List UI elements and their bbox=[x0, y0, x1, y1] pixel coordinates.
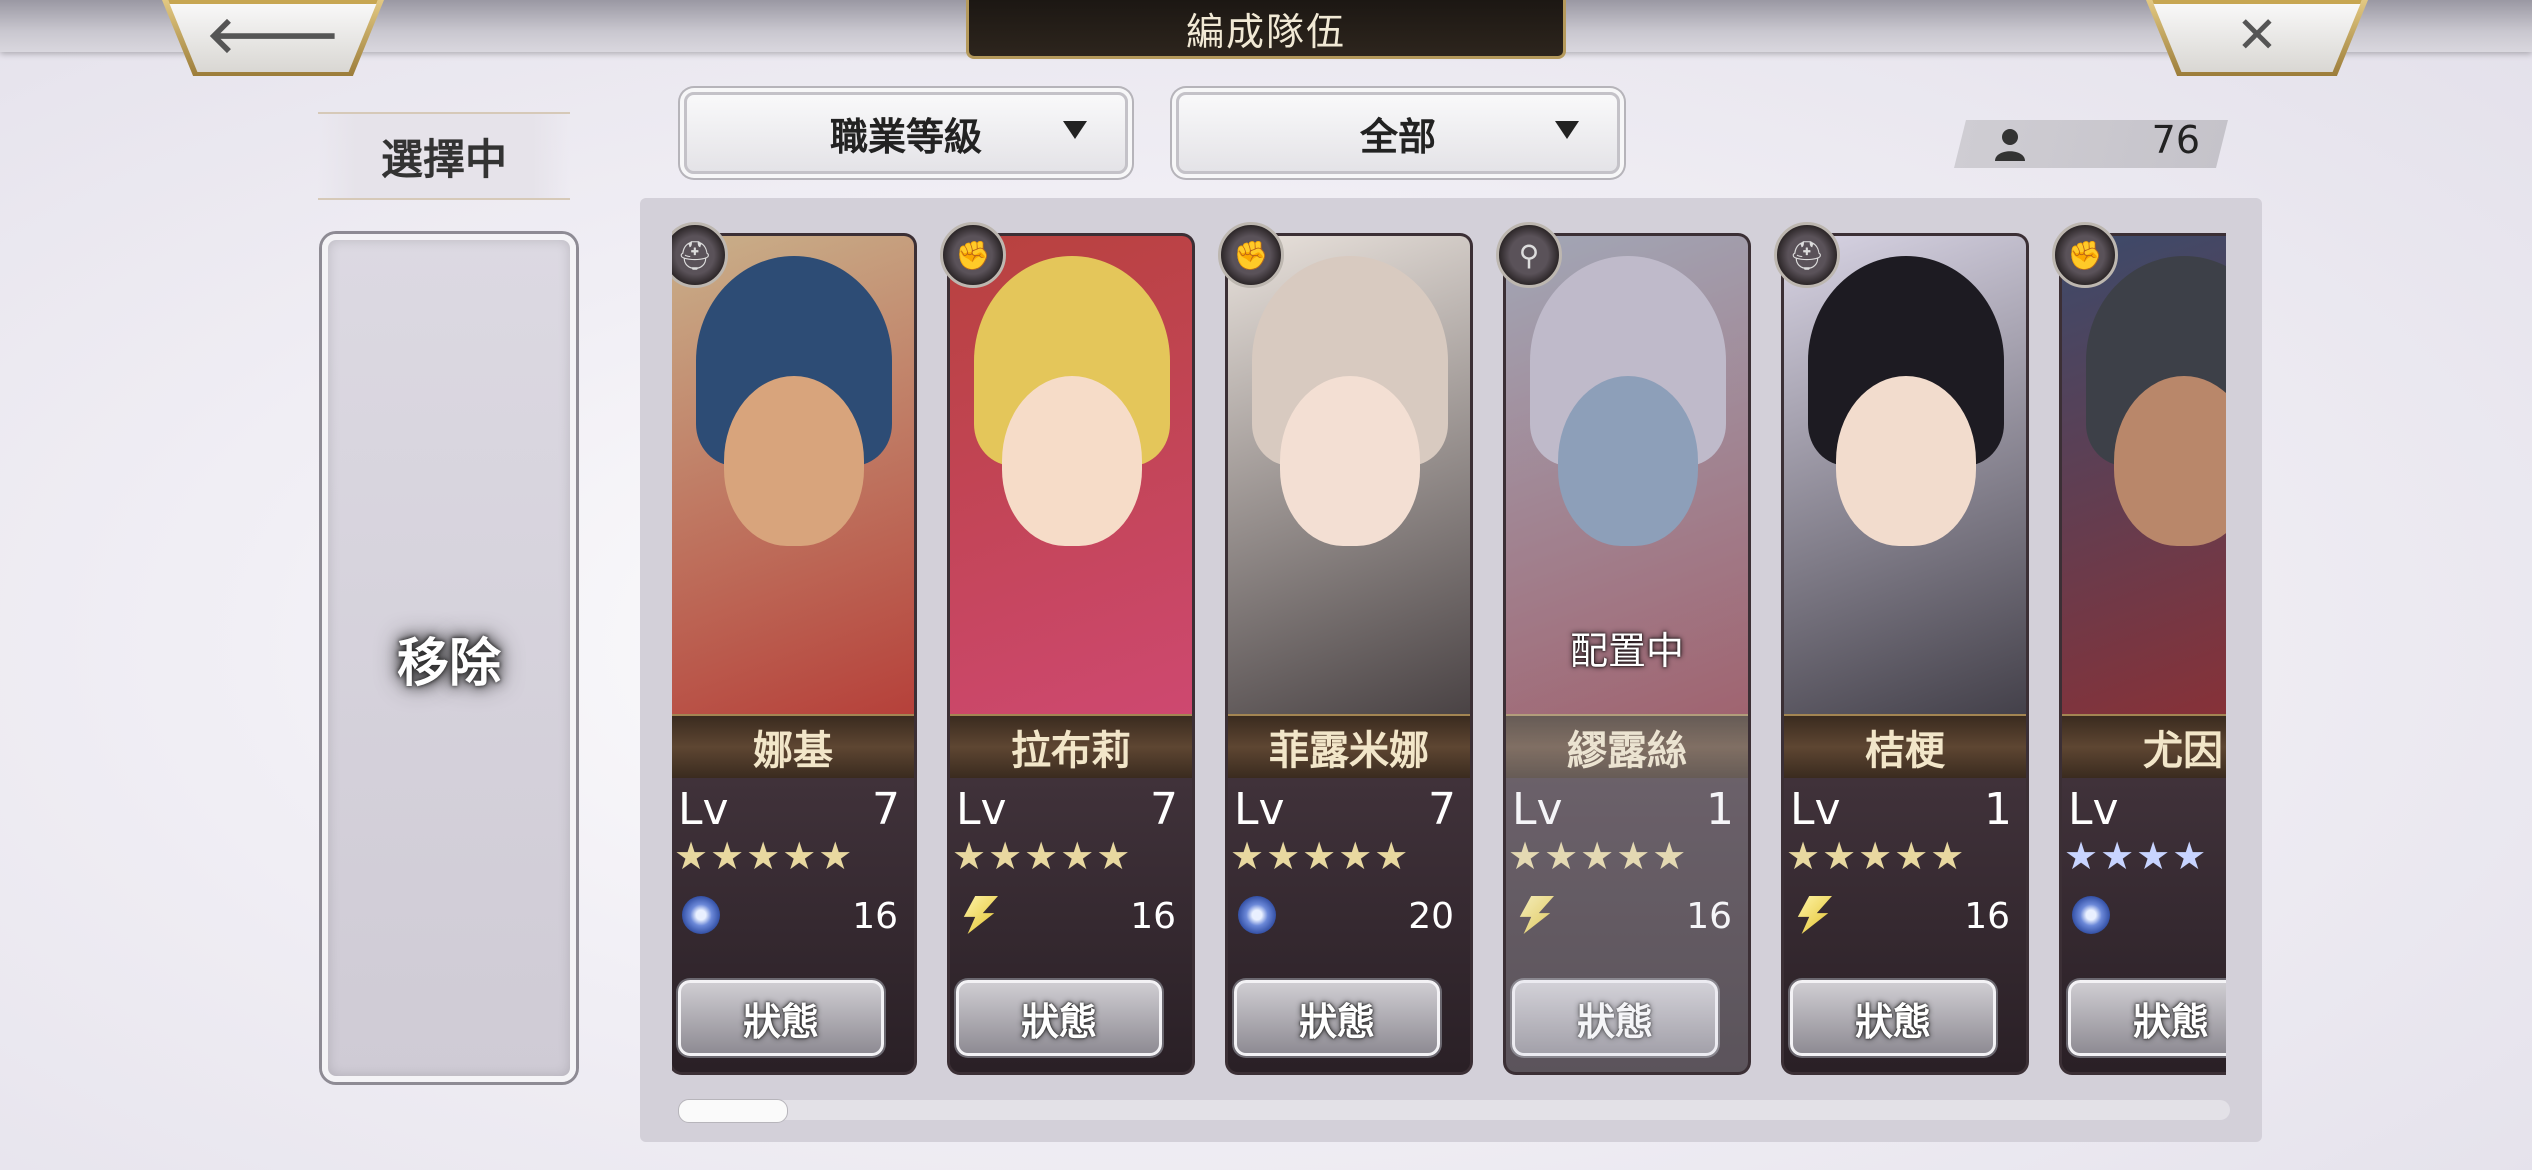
fist-icon: ✊ bbox=[940, 222, 1006, 288]
status-button[interactable]: 狀態 bbox=[1234, 980, 1440, 1056]
status-button[interactable]: 狀態 bbox=[1790, 980, 1996, 1056]
selecting-label: 選擇中 bbox=[318, 112, 570, 200]
unit-cost: 16 bbox=[1964, 896, 2010, 937]
status-button-label: 狀態 bbox=[2132, 998, 2209, 1044]
unit-name: 娜基 bbox=[753, 727, 833, 774]
rarity-stars: ★★★★★ bbox=[1230, 834, 1411, 878]
scrollbar-thumb[interactable] bbox=[678, 1099, 788, 1123]
status-button-label: 狀態 bbox=[1020, 998, 1097, 1044]
unit-name-bar: 拉布莉 bbox=[950, 714, 1192, 780]
unit-level: 7 bbox=[1150, 784, 1178, 835]
level-label: Lv bbox=[678, 784, 729, 835]
unit-level: 1 bbox=[1984, 784, 2012, 835]
class-filter-value: 全部 bbox=[1359, 113, 1436, 159]
hat-icon: ⛑ bbox=[1774, 222, 1840, 288]
unit-level: 7 bbox=[872, 784, 900, 835]
unit-name: 拉布莉 bbox=[1011, 727, 1131, 774]
rarity-stars: ★★★★★ bbox=[674, 834, 855, 878]
page-title: 編成隊伍 bbox=[1185, 9, 1346, 54]
status-button[interactable]: 狀態 bbox=[678, 980, 884, 1056]
unit-card-list[interactable]: 娜基 Lv 7 ★★★★★ 16 狀態 ⛑ 拉布莉 Lv 7 ★★★★★ 16 … bbox=[672, 222, 2226, 1082]
level-label: Lv bbox=[2068, 784, 2119, 835]
chevron-down-icon bbox=[1063, 121, 1087, 139]
level-label: Lv bbox=[956, 784, 1007, 835]
sort-dropdown-value: 職業等級 bbox=[829, 113, 982, 159]
status-button-label: 狀態 bbox=[1298, 998, 1375, 1044]
unit-name: 菲露米娜 bbox=[1269, 727, 1429, 774]
unit-card[interactable]: 尤因 Lv ★★★★ 狀態 bbox=[2062, 236, 2226, 1072]
status-button[interactable]: 狀態 bbox=[2068, 980, 2226, 1056]
wind-element-icon bbox=[1238, 896, 1276, 934]
chevron-down-icon bbox=[1555, 121, 1579, 139]
unit-portrait bbox=[1228, 236, 1470, 714]
unit-count: 76 bbox=[2151, 118, 2200, 162]
status-button[interactable]: 狀態 bbox=[956, 980, 1162, 1056]
class-filter-dropdown[interactable]: 全部 bbox=[1176, 92, 1620, 174]
unit-name-bar: 桔梗 bbox=[1784, 714, 2026, 780]
unit-cost: 16 bbox=[1130, 896, 1176, 937]
unit-cost: 20 bbox=[1408, 896, 1454, 937]
wind-element-icon bbox=[2072, 896, 2110, 934]
unit-name: 尤因 bbox=[2143, 727, 2223, 774]
sort-dropdown[interactable]: 職業等級 bbox=[684, 92, 1128, 174]
back-button[interactable]: 🡐 bbox=[168, 0, 378, 72]
rarity-stars: ★★★★★ bbox=[1786, 834, 1967, 878]
fist-icon: ✊ bbox=[1218, 222, 1284, 288]
unit-name-bar: 尤因 bbox=[2062, 714, 2226, 780]
unit-portrait bbox=[1784, 236, 2026, 714]
rarity-stars: ★★★★★ bbox=[952, 834, 1133, 878]
unit-level: 7 bbox=[1428, 784, 1456, 835]
unit-cost: 16 bbox=[852, 896, 898, 937]
deployed-label: 配置中 bbox=[1569, 629, 1684, 673]
back-arrow-icon: 🡐 bbox=[205, 6, 341, 64]
unit-portrait bbox=[2062, 236, 2226, 714]
unit-name-bar: 娜基 bbox=[672, 714, 914, 780]
remove-slot[interactable]: 移除 bbox=[322, 234, 576, 1082]
unit-card[interactable]: 娜基 Lv 7 ★★★★★ 16 狀態 bbox=[672, 236, 914, 1072]
unit-portrait bbox=[950, 236, 1192, 714]
status-button-label: 狀態 bbox=[1854, 998, 1931, 1044]
level-label: Lv bbox=[1234, 784, 1285, 835]
unit-portrait bbox=[672, 236, 914, 714]
unit-card[interactable]: 桔梗 Lv 1 ★★★★★ 16 狀態 bbox=[1784, 236, 2026, 1072]
selecting-text: 選擇中 bbox=[380, 134, 507, 184]
unit-name-bar: 菲露米娜 bbox=[1228, 714, 1470, 780]
level-label: Lv bbox=[1790, 784, 1841, 835]
close-icon: ✕ bbox=[2236, 6, 2278, 64]
rarity-stars: ★★★★ bbox=[2064, 834, 2209, 878]
person-icon bbox=[1995, 129, 2025, 161]
unit-card[interactable]: 繆露絲 Lv 1 ★★★★★ 16 狀態 配置中 bbox=[1506, 236, 1748, 1072]
status-button-label: 狀態 bbox=[742, 998, 819, 1044]
fist-icon: ✊ bbox=[2052, 222, 2118, 288]
unit-name: 桔梗 bbox=[1865, 727, 1945, 774]
wind-element-icon bbox=[682, 896, 720, 934]
unit-card[interactable]: 菲露米娜 Lv 7 ★★★★★ 20 狀態 bbox=[1228, 236, 1470, 1072]
title-plate: 編成隊伍 bbox=[966, 0, 1566, 59]
unit-card[interactable]: 拉布莉 Lv 7 ★★★★★ 16 狀態 bbox=[950, 236, 1192, 1072]
remove-label: 移除 bbox=[396, 632, 501, 694]
scrollbar-track[interactable] bbox=[678, 1100, 2230, 1120]
close-button[interactable]: ✕ bbox=[2152, 0, 2362, 72]
spear-icon: ⚲ bbox=[1496, 222, 1562, 288]
